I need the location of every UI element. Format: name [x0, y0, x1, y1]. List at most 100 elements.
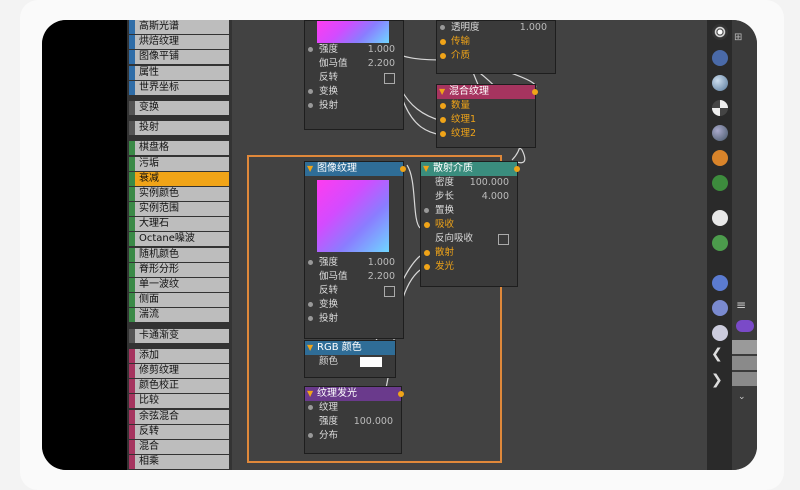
target-icon[interactable]: [712, 24, 728, 40]
color-swatch[interactable]: [360, 357, 382, 367]
category-marker: [129, 394, 135, 409]
node-image-texture[interactable]: ▼ 图像纹理 强度 1.000 伽马值 2.200 反转 变换 投射: [304, 161, 406, 339]
chevron-left-icon[interactable]: ❮: [711, 346, 723, 362]
node-list-item[interactable]: 随机颜色: [129, 247, 229, 262]
node-list-item-label: 衰减: [139, 172, 159, 184]
node-list-item[interactable]: 实例范围: [129, 202, 229, 217]
invert-checkbox[interactable]: [384, 73, 395, 84]
spheres3-icon[interactable]: [712, 325, 728, 341]
expand-icon[interactable]: ⊞: [734, 32, 742, 43]
invert-checkbox[interactable]: [384, 286, 395, 297]
recycle-icon[interactable]: [712, 175, 728, 191]
node-list-item[interactable]: 添加: [129, 348, 229, 363]
node-list-item-label: 实例范围: [139, 203, 179, 215]
row-gamma: 伽马值 2.200: [319, 271, 395, 282]
texture-preview: [317, 21, 389, 43]
row-strength: 强度 100.000: [319, 416, 393, 427]
category-marker: [129, 100, 135, 115]
node-list-item[interactable]: 混合: [129, 439, 229, 454]
row-density: 密度 100.000: [435, 177, 509, 188]
material-icon[interactable]: [712, 125, 728, 141]
tab-3[interactable]: [732, 372, 757, 386]
node-list-item[interactable]: 投射: [129, 121, 229, 136]
node-list-item[interactable]: 反转: [129, 424, 229, 439]
row-gamma: 伽马值 2.200: [319, 58, 395, 69]
scatter-header: ▼ 散射介质: [421, 162, 517, 176]
node-scatter-medium[interactable]: ▼ 散射介质 密度 100.000 步长 4.000 置换 吸收 反向吸收 散射 发光: [420, 161, 520, 287]
node-editor[interactable]: 强度 1.000 伽马值 2.200 反转 变换 投射 透明度 1.000 传输 介质…: [232, 20, 732, 470]
row-projection: 投射: [305, 99, 403, 113]
node-list-item[interactable]: 卡通渐变: [129, 328, 229, 343]
menu-icon[interactable]: ≡: [736, 298, 746, 312]
emission-output-socket[interactable]: [398, 391, 404, 397]
category-marker: [129, 121, 135, 136]
category-marker: [129, 455, 135, 470]
node-list-item[interactable]: 修剪纹理: [129, 363, 229, 378]
invert-absorb-checkbox[interactable]: [498, 234, 509, 245]
chevron-right-icon[interactable]: ❯: [711, 372, 723, 388]
spheres2-icon[interactable]: [712, 300, 728, 316]
node-list-item[interactable]: 属性: [129, 65, 229, 80]
node-list-item[interactable]: 世界坐标: [129, 80, 229, 95]
node-top-material[interactable]: 透明度 1.000 传输 介质: [436, 20, 556, 74]
node-list-item[interactable]: 大理石: [129, 217, 229, 232]
category-marker: [129, 348, 135, 363]
node-list-item[interactable]: 颜色校正: [129, 379, 229, 394]
node-list-item[interactable]: Octane噪波: [129, 232, 229, 247]
category-marker: [129, 65, 135, 80]
node-list-item[interactable]: 比较: [129, 394, 229, 409]
category-marker: [129, 141, 135, 156]
node-list-item-label: 颜色校正: [139, 380, 179, 392]
category-marker: [129, 232, 135, 247]
image-output-socket[interactable]: [400, 166, 406, 172]
node-mix-texture[interactable]: ▼ 混合纹理 数量 纹理1 纹理2: [436, 84, 538, 148]
scatter-output-socket[interactable]: [514, 166, 520, 172]
row-strength: 强度 1.000: [305, 43, 403, 57]
row-scatter: 散射: [421, 246, 517, 260]
node-rgb-color[interactable]: ▼ RGB 颜色 颜色: [304, 340, 396, 378]
tree-icon[interactable]: [712, 235, 728, 251]
mix-icon[interactable]: [712, 50, 728, 66]
node-list-item[interactable]: 单一波纹: [129, 278, 229, 292]
node-list-item[interactable]: 侧面: [129, 293, 229, 308]
category-marker: [129, 202, 135, 217]
node-list-item[interactable]: 实例颜色: [129, 186, 229, 201]
spheres-icon[interactable]: [712, 275, 728, 291]
node-list-item[interactable]: 污垢: [129, 156, 229, 171]
node-list-item[interactable]: 变换: [129, 100, 229, 115]
node-list-item[interactable]: 衰减: [129, 171, 229, 186]
node-list-item-label: 污垢: [139, 157, 159, 169]
node-texture-emission[interactable]: ▼ 纹理发光 纹理 强度 100.000 分布: [304, 386, 404, 454]
node-list-item[interactable]: 相乘: [129, 455, 229, 470]
row-amount: 数量: [437, 99, 535, 113]
node-list-item[interactable]: 余弦混合: [129, 409, 229, 424]
checker-icon[interactable]: [712, 100, 728, 116]
node-list-item[interactable]: 图像平铺: [129, 50, 229, 65]
node-list-item-label: 侧面: [139, 294, 159, 306]
row-color: 颜色: [305, 355, 395, 369]
node-list-item[interactable]: 湍流: [129, 308, 229, 323]
row-strength: 强度 1.000: [305, 256, 403, 270]
node-list-item[interactable]: 高斯光谱: [129, 20, 229, 34]
daisy-icon[interactable]: [712, 210, 728, 226]
mix-output-socket[interactable]: [532, 89, 538, 95]
category-marker: [129, 293, 135, 308]
node-top-image-texture[interactable]: 强度 1.000 伽马值 2.200 反转 变换 投射: [304, 20, 404, 130]
tab-1[interactable]: [732, 340, 757, 354]
node-list-item-label: 随机颜色: [139, 248, 179, 260]
node-list-item-label: 湍流: [139, 309, 159, 321]
node-list-item-label: 棋盘格: [139, 142, 169, 154]
tab-2[interactable]: [732, 356, 757, 370]
node-list-item-label: 图像平铺: [139, 51, 179, 63]
flower-icon[interactable]: [712, 150, 728, 166]
node-list-item-label: 烘焙纹理: [139, 36, 179, 48]
chevron-down-icon[interactable]: ⌄: [738, 392, 746, 402]
node-list-item[interactable]: 棋盘格: [129, 141, 229, 156]
node-list-item-label: 投射: [139, 122, 159, 134]
node-list-item[interactable]: 烘焙纹理: [129, 35, 229, 50]
row-texture1: 纹理1: [437, 113, 535, 127]
node-list-item-label: 混合: [139, 440, 159, 452]
sphere-icon[interactable]: [712, 75, 728, 91]
node-list-item[interactable]: 脊形分形: [129, 262, 229, 277]
category-marker: [129, 247, 135, 262]
